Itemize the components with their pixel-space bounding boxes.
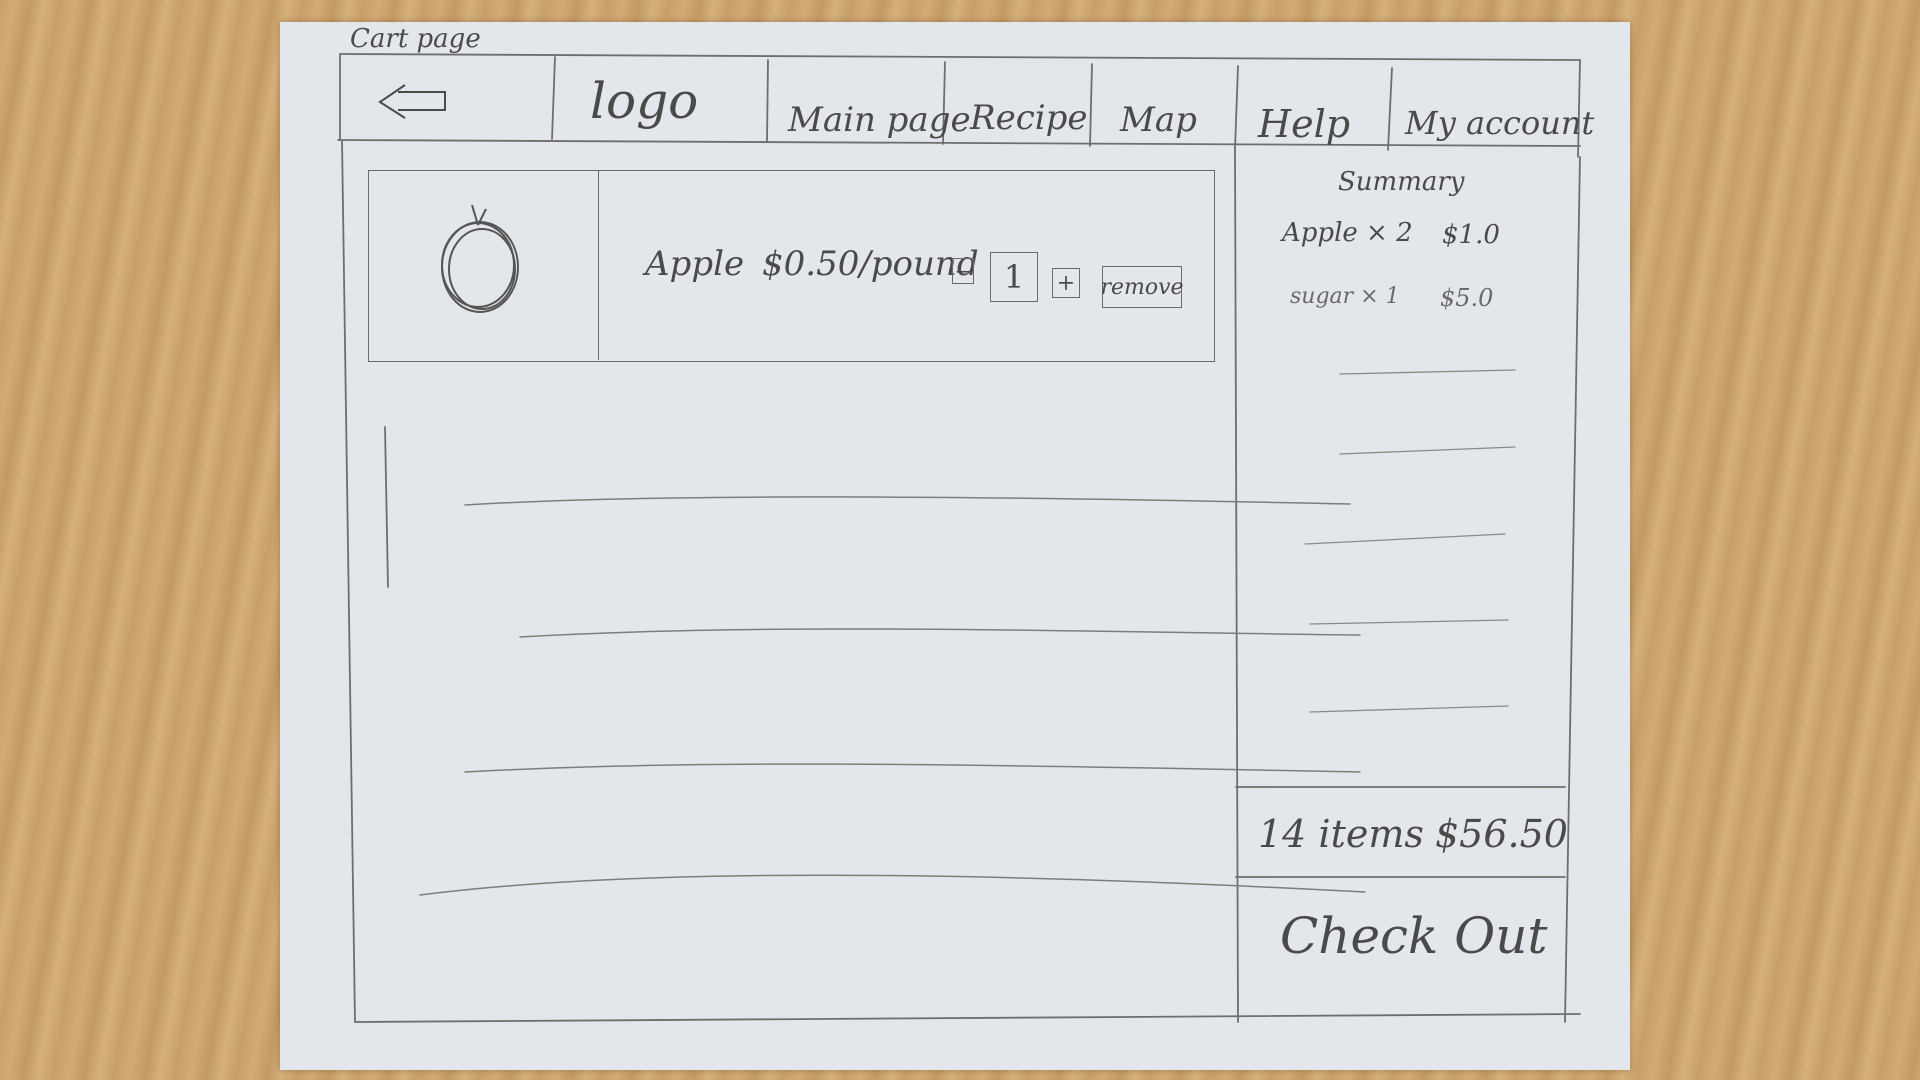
total-amount: $56.50	[1435, 812, 1568, 856]
nav-map[interactable]: Map	[1120, 100, 1197, 140]
total-items: 14 items	[1258, 812, 1424, 856]
summary-line-amount: $5.0	[1440, 284, 1494, 312]
item-name: Apple	[645, 244, 745, 284]
remove-item-button[interactable]: remove	[1100, 266, 1184, 308]
sketch-paper: Cart page logo Main page Recipe Map Help…	[280, 22, 1630, 1070]
apple-icon	[420, 197, 540, 327]
summary-title: Summary	[1338, 167, 1465, 197]
minus-label: −	[954, 259, 972, 283]
quantity-value: 1	[1003, 258, 1025, 296]
back-arrow-icon	[378, 84, 446, 119]
nav-recipe[interactable]: Recipe	[970, 98, 1088, 138]
item-price: $0.50/pound	[762, 244, 979, 284]
summary-line-item: Apple × 2	[1282, 218, 1413, 248]
checkout-button[interactable]: Check Out	[1280, 907, 1548, 965]
page-label: Cart page	[350, 24, 481, 54]
quantity-decrease-button[interactable]: −	[952, 258, 974, 284]
quantity-increase-button[interactable]: +	[1052, 268, 1080, 298]
summary-line-amount: $1.0	[1442, 220, 1500, 250]
quantity-field[interactable]: 1	[990, 252, 1038, 302]
logo[interactable]: logo	[590, 72, 698, 130]
nav-my-account[interactable]: My account	[1405, 104, 1594, 142]
remove-label: remove	[1100, 274, 1184, 300]
plus-label: +	[1056, 270, 1076, 296]
nav-main-page[interactable]: Main page	[788, 100, 971, 140]
summary-line-item: sugar × 1	[1290, 284, 1400, 309]
nav-help[interactable]: Help	[1258, 102, 1350, 146]
back-button[interactable]	[370, 70, 480, 125]
